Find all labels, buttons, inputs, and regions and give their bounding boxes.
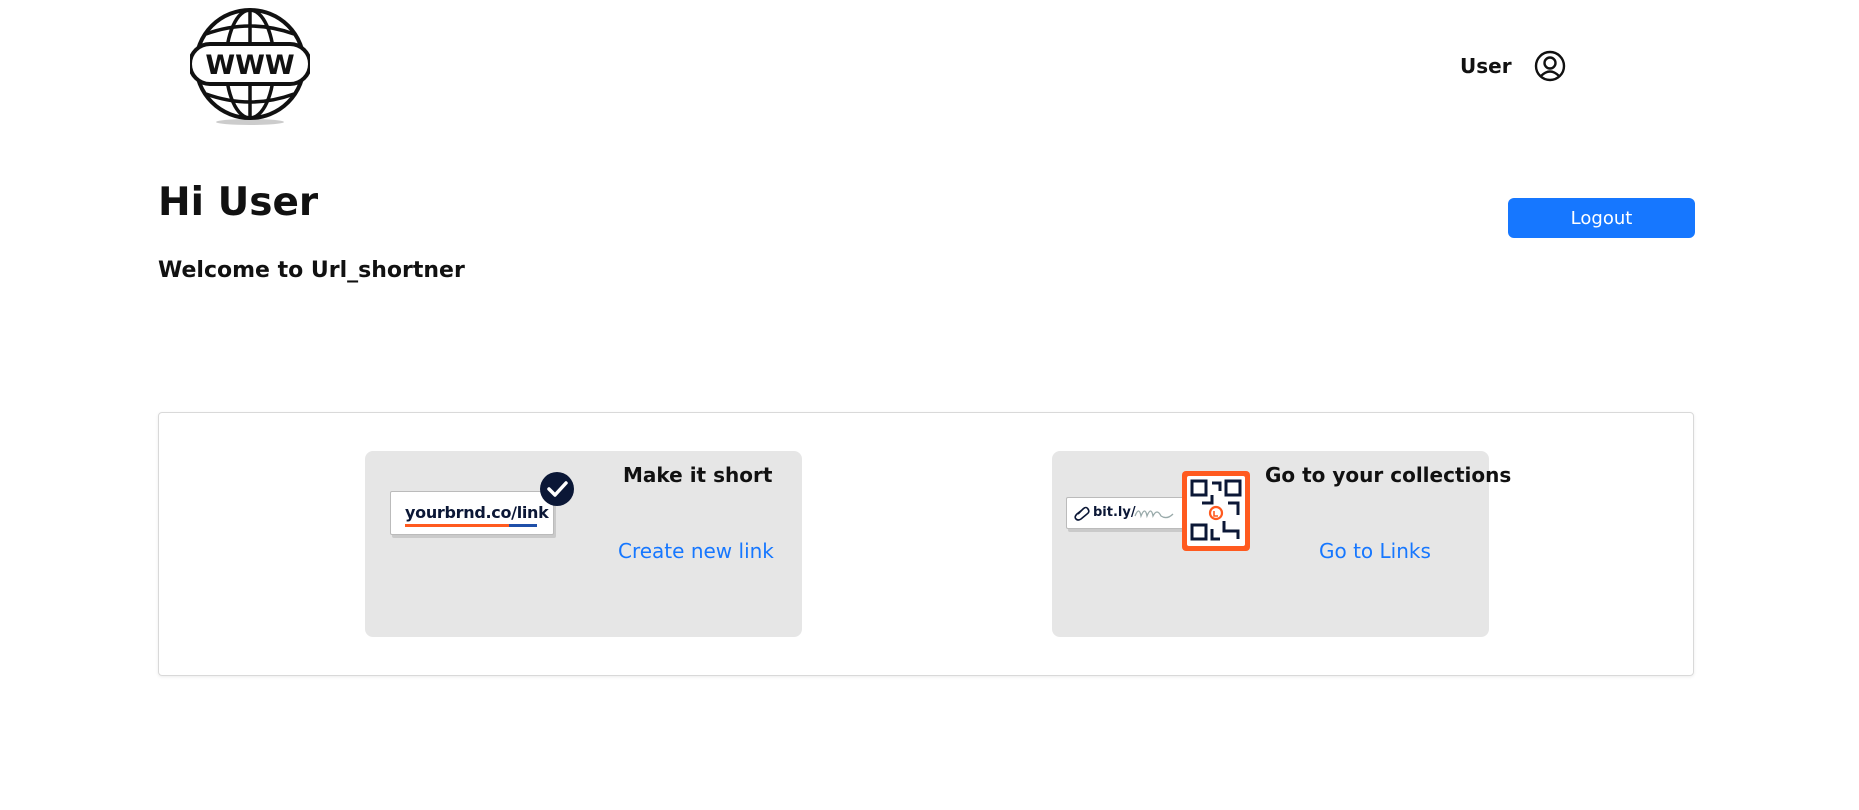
verified-check-icon xyxy=(540,472,574,506)
globe-www-icon: WWW xyxy=(188,8,312,125)
underline-blue xyxy=(509,524,537,527)
site-logo[interactable]: WWW xyxy=(188,8,312,126)
logout-button[interactable]: Logout xyxy=(1508,198,1695,238)
brand-link-chip: yourbrnd.co/link xyxy=(390,491,554,535)
card-make-short: yourbrnd.co/link Make it short Create ne… xyxy=(365,451,802,637)
short-link-illustration: yourbrnd.co/link xyxy=(365,451,605,561)
paperclip-icon xyxy=(1074,506,1090,521)
bitly-chip: bit.ly/ xyxy=(1066,497,1192,529)
brand-link-text: yourbrnd.co/link xyxy=(405,503,549,522)
collections-illustration: bit.ly/ xyxy=(1052,451,1272,561)
card-collections: bit.ly/ Go to your collections Go to Lin… xyxy=(1052,451,1511,637)
page-title: Hi User xyxy=(158,180,319,225)
go-to-links[interactable]: Go to Links xyxy=(1319,539,1431,563)
card-title: Make it short xyxy=(623,463,773,487)
card-title: Go to your collections xyxy=(1265,463,1512,487)
qr-code-icon xyxy=(1182,471,1250,551)
bitly-text: bit.ly/ xyxy=(1093,505,1136,520)
user-circle-icon[interactable] xyxy=(1534,50,1566,82)
underline-orange xyxy=(405,524,509,527)
user-menu[interactable]: User xyxy=(1460,50,1566,82)
logo-text: WWW xyxy=(205,50,294,81)
feature-panel: yourbrnd.co/link Make it short Create ne… xyxy=(158,412,1694,676)
create-new-link[interactable]: Create new link xyxy=(618,539,774,563)
squiggle-icon xyxy=(1134,510,1174,519)
user-name: User xyxy=(1460,54,1512,78)
welcome-subtitle: Welcome to Url_shortner xyxy=(158,258,465,283)
